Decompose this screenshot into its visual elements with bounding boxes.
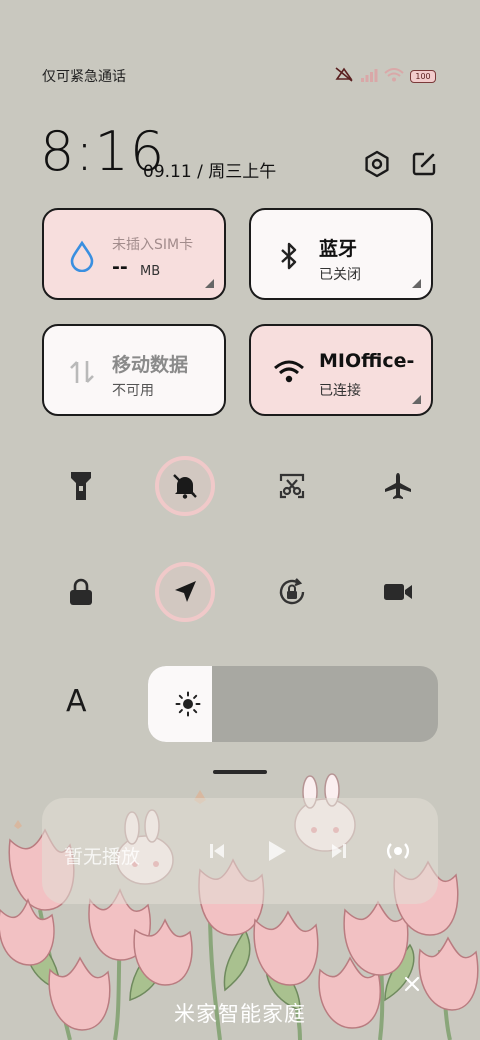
tile-mobile-data-status: 不可用 <box>112 383 154 399</box>
next-icon[interactable] <box>324 836 354 866</box>
date-text: 09.11 / 周三上午 <box>143 162 277 182</box>
data-arrows-icon <box>66 356 98 388</box>
location-arrow-icon <box>175 581 196 602</box>
flashlight-icon <box>71 472 91 500</box>
tile-mobile-data[interactable]: 移动数据 不可用 <box>42 324 226 416</box>
screenshot-toggle[interactable] <box>262 456 322 516</box>
cast-icon[interactable] <box>383 836 413 866</box>
tile-mobile-data-title: 移动数据 <box>112 354 189 376</box>
airplane-toggle[interactable] <box>368 456 428 516</box>
tile-bluetooth[interactable]: 蓝牙 已关闭 <box>249 208 433 300</box>
media-card[interactable]: 暂无播放 <box>42 798 438 904</box>
mute-bell-icon <box>173 474 197 499</box>
rotation-lock-icon <box>279 578 305 605</box>
tile-bluetooth-status: 已关闭 <box>319 267 361 283</box>
status-icons: 100 <box>334 66 436 86</box>
tile-expand-corner <box>412 279 421 288</box>
smart-home-title: 米家智能家庭 <box>174 1002 306 1026</box>
airplane-icon <box>385 473 411 499</box>
tile-wifi-status: 已连接 <box>319 383 361 399</box>
tile-expand-corner <box>412 395 421 404</box>
tile-expand-corner <box>205 279 214 288</box>
tile-wifi-title: MIOffice- <box>319 350 415 372</box>
sun-icon <box>175 691 201 721</box>
tile-data-value: -- <box>112 256 128 278</box>
battery-icon: 100 <box>410 69 436 83</box>
video-toggle[interactable] <box>368 562 428 622</box>
mute-vibrate-icon <box>334 66 354 86</box>
video-camera-icon <box>384 584 412 600</box>
brightness-slider[interactable] <box>148 666 438 742</box>
status-carrier-text: 仅可紧急通话 <box>42 69 126 85</box>
lock-toggle[interactable] <box>51 562 111 622</box>
edit-icon[interactable] <box>410 150 438 178</box>
previous-icon[interactable] <box>202 836 232 866</box>
wifi-icon <box>384 67 404 86</box>
close-icon[interactable] <box>400 972 424 996</box>
lock-icon <box>70 578 92 605</box>
screenshot-scissors-icon <box>279 473 305 499</box>
wifi-icon <box>273 356 305 388</box>
tile-data-usage[interactable]: 未插入SIM卡 -- MB <box>42 208 226 300</box>
tile-bluetooth-title: 蓝牙 <box>319 238 358 260</box>
tile-data-unit: MB <box>140 264 161 279</box>
tile-data-title: 未插入SIM卡 <box>112 237 194 253</box>
water-drop-icon <box>66 240 98 273</box>
location-toggle[interactable] <box>155 562 215 622</box>
auto-brightness-button[interactable]: A <box>66 684 87 719</box>
flashlight-toggle[interactable] <box>51 456 111 516</box>
mute-toggle[interactable] <box>155 456 215 516</box>
tile-wifi[interactable]: MIOffice- 已连接 <box>249 324 433 416</box>
play-icon[interactable] <box>262 836 292 866</box>
rotation-lock-toggle[interactable] <box>262 562 322 622</box>
signal-icon <box>360 67 378 86</box>
bluetooth-icon <box>273 240 305 272</box>
settings-hex-icon[interactable] <box>363 150 391 178</box>
panel-drag-handle[interactable] <box>213 770 267 774</box>
media-status-text: 暂无播放 <box>64 846 141 868</box>
